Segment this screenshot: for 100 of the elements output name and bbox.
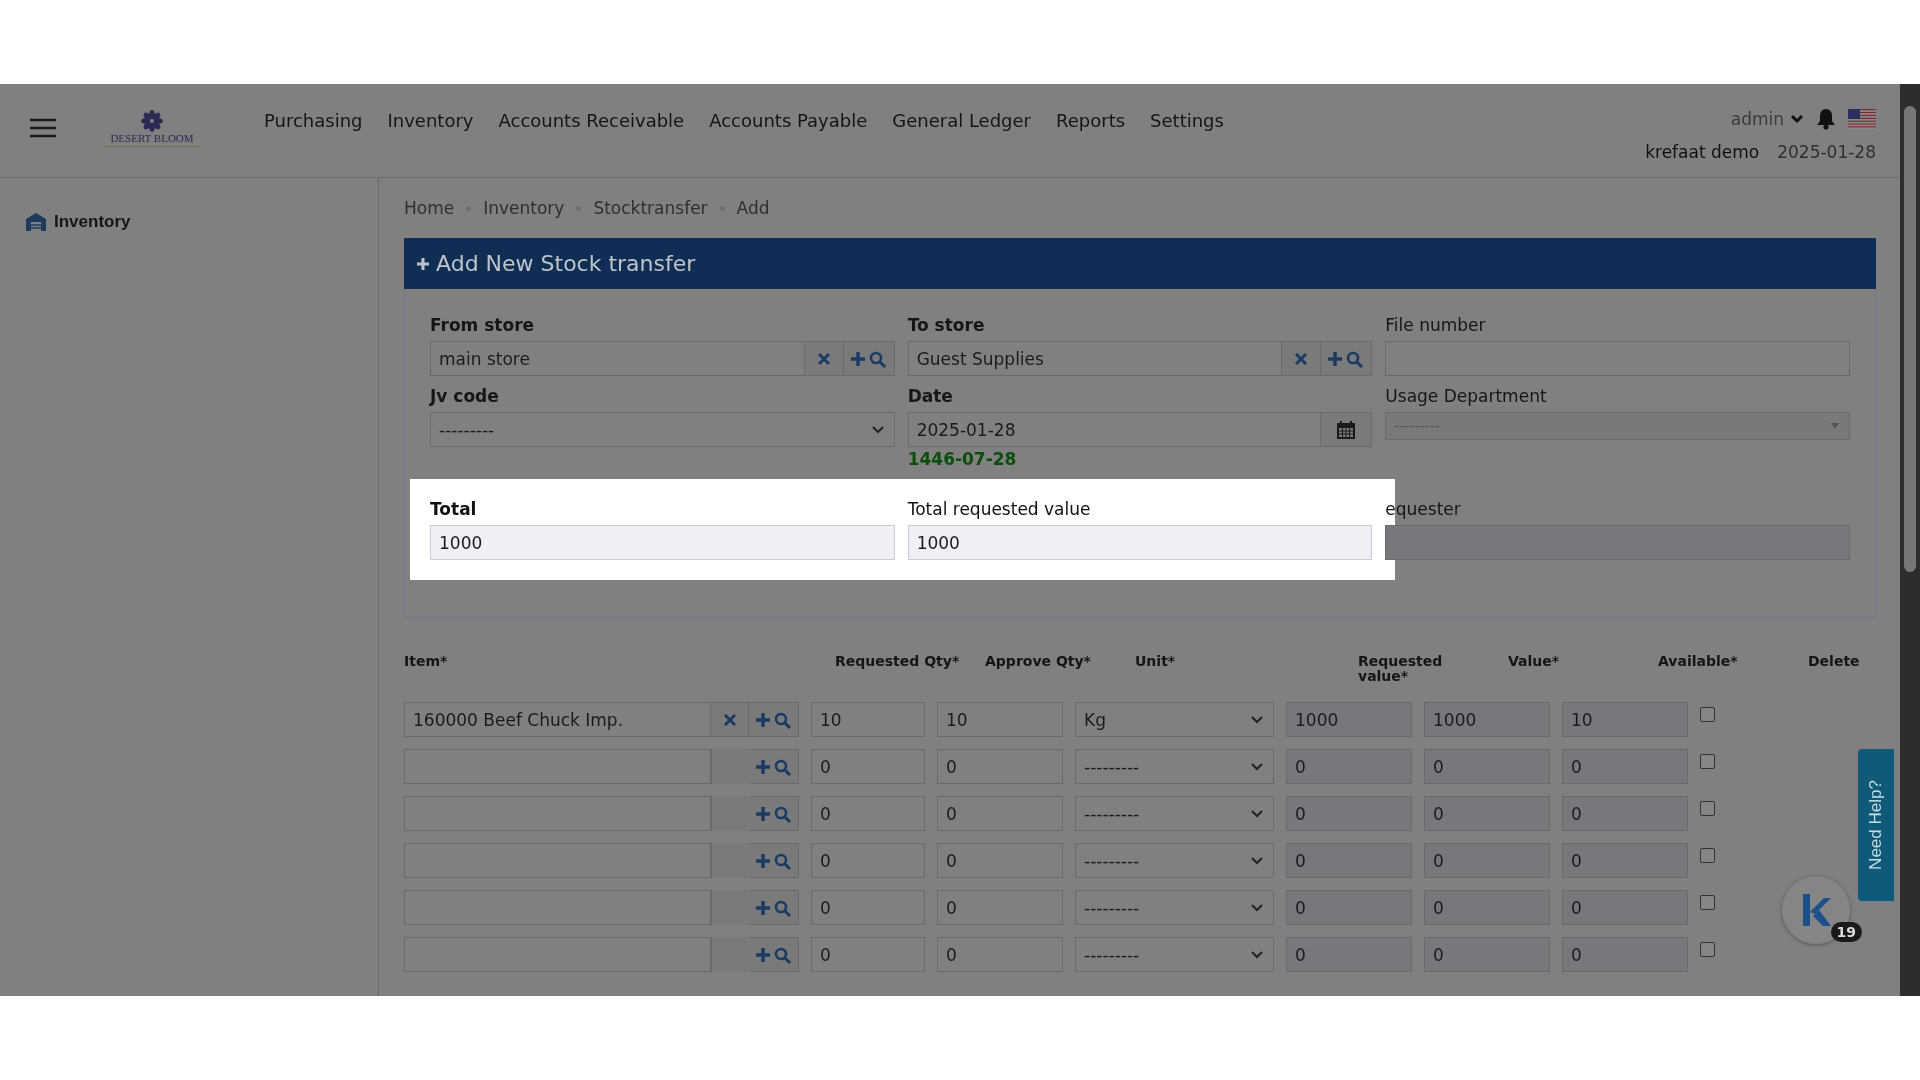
delete-checkbox[interactable] <box>1700 895 1715 910</box>
qty-field[interactable]: 0 <box>811 749 925 784</box>
value-field[interactable]: 0 <box>1286 749 1412 784</box>
delete-checkbox[interactable] <box>1700 754 1715 769</box>
value-field[interactable]: 0 <box>1424 796 1550 831</box>
add-search-button[interactable] <box>749 796 799 831</box>
qty-field[interactable]: 0 <box>811 890 925 925</box>
add-search-button[interactable] <box>749 749 799 784</box>
nav-link[interactable]: Purchasing <box>264 110 363 131</box>
available-field[interactable]: 0 <box>1562 890 1688 925</box>
select-field[interactable]: --------- <box>430 412 895 447</box>
chevron-down-icon <box>1251 903 1263 912</box>
value-field[interactable]: 0 <box>1286 937 1412 972</box>
add-search-icon <box>1328 349 1365 368</box>
field-label: Total requested value <box>907 499 1092 519</box>
user-menu[interactable]: admin <box>1730 109 1804 129</box>
unit-select[interactable]: Kg <box>1075 702 1274 737</box>
clear-button[interactable] <box>803 342 843 375</box>
chevron-down-icon <box>1251 762 1263 771</box>
lookup-field[interactable]: main store <box>430 341 895 376</box>
available-field[interactable]: 0 <box>1562 749 1688 784</box>
breadcrumb-link[interactable]: Home <box>404 198 455 218</box>
readonly-field[interactable] <box>1385 525 1850 560</box>
add-search-button[interactable] <box>842 342 894 375</box>
value-field[interactable]: 0 <box>1286 843 1412 878</box>
value-field[interactable]: 1000 <box>1286 702 1412 737</box>
breadcrumb-link[interactable]: Stocktransfer <box>593 198 708 218</box>
bell-icon[interactable] <box>1816 108 1836 130</box>
delete-checkbox[interactable] <box>1700 848 1715 863</box>
add-search-icon <box>755 710 792 729</box>
column-header: Value* <box>1508 654 1561 669</box>
value-field[interactable]: 1000 <box>1424 702 1550 737</box>
field-label: Total <box>430 499 478 519</box>
field-label: From store <box>430 315 536 335</box>
value-field[interactable]: 0 <box>1424 749 1550 784</box>
available-field[interactable]: 0 <box>1562 937 1688 972</box>
lookup-field[interactable]: Guest Supplies <box>907 341 1373 376</box>
scrollbar[interactable] <box>1900 84 1920 996</box>
add-search-button[interactable] <box>1320 342 1372 375</box>
qty-field[interactable]: 0 <box>937 890 1063 925</box>
breadcrumb-link[interactable]: Add <box>736 198 770 218</box>
calendar-button[interactable] <box>1320 413 1372 446</box>
sidebar-item[interactable]: Inventory <box>26 212 378 232</box>
readonly-field[interactable]: 1000 <box>907 525 1373 560</box>
flag-icon[interactable] <box>1848 109 1876 129</box>
nav-link[interactable]: Accounts Payable <box>709 110 868 131</box>
value-field[interactable]: 0 <box>1424 843 1550 878</box>
available-field[interactable]: 0 <box>1562 796 1688 831</box>
item-field[interactable]: 160000 Beef Chuck Imp. <box>404 702 711 737</box>
value-field[interactable]: 0 <box>1424 937 1550 972</box>
unit-select[interactable]: --------- <box>1075 937 1274 972</box>
panel-title: Add New Stock transfer <box>436 251 696 276</box>
delete-checkbox[interactable] <box>1700 801 1715 816</box>
clear-button[interactable] <box>711 702 749 737</box>
nav-link[interactable]: General Ledger <box>892 110 1032 131</box>
available-field[interactable]: 10 <box>1562 702 1688 737</box>
column-header: Approve Qty* <box>985 654 1092 669</box>
logo: DESERT BLOOM <box>82 110 222 147</box>
qty-field[interactable]: 0 <box>811 843 925 878</box>
nav-link[interactable]: Inventory <box>387 110 474 131</box>
qty-field[interactable]: 0 <box>811 796 925 831</box>
qty-field[interactable]: 0 <box>811 937 925 972</box>
qty-field[interactable]: 10 <box>811 702 925 737</box>
qty-field[interactable]: 0 <box>937 749 1063 784</box>
clear-button[interactable] <box>1281 342 1321 375</box>
nav-link[interactable]: Accounts Receivable <box>498 110 685 131</box>
breadcrumb-link[interactable]: Inventory <box>483 198 565 218</box>
add-search-button[interactable] <box>749 843 799 878</box>
qty-field[interactable]: 0 <box>937 843 1063 878</box>
unit-select[interactable]: --------- <box>1075 843 1274 878</box>
delete-checkbox[interactable] <box>1700 942 1715 957</box>
readonly-field[interactable]: 1000 <box>430 525 895 560</box>
unit-select[interactable]: --------- <box>1075 749 1274 784</box>
value-field[interactable]: 0 <box>1286 796 1412 831</box>
available-field[interactable]: 0 <box>1562 843 1688 878</box>
unit-select[interactable]: --------- <box>1075 796 1274 831</box>
qty-field[interactable]: 10 <box>937 702 1063 737</box>
unit-select[interactable]: --------- <box>1075 890 1274 925</box>
menu-icon[interactable] <box>30 118 56 138</box>
qty-field[interactable]: 0 <box>937 796 1063 831</box>
hijri-date: 1446-07-28 <box>907 449 1018 469</box>
chevron-down-icon <box>871 425 884 434</box>
nav-link[interactable]: Settings <box>1150 110 1224 131</box>
nav-link[interactable]: Reports <box>1056 110 1126 131</box>
date-field[interactable]: 2025-01-28 <box>907 412 1373 447</box>
company-name: krefaat demo <box>1645 142 1760 162</box>
chevron-down-icon <box>1251 715 1263 724</box>
clear-icon <box>1295 352 1308 365</box>
field-label: File number <box>1385 315 1487 335</box>
value-field[interactable]: 0 <box>1286 890 1412 925</box>
add-search-icon <box>755 898 792 917</box>
add-search-button[interactable] <box>749 937 799 972</box>
delete-checkbox[interactable] <box>1700 707 1715 722</box>
plus-icon <box>416 256 430 271</box>
help-tab[interactable]: Need Help? <box>1858 749 1894 901</box>
add-search-button[interactable] <box>749 890 799 925</box>
qty-field[interactable]: 0 <box>937 937 1063 972</box>
value-field[interactable]: 0 <box>1424 890 1550 925</box>
add-search-button[interactable] <box>749 702 799 737</box>
add-search-icon <box>755 945 792 964</box>
